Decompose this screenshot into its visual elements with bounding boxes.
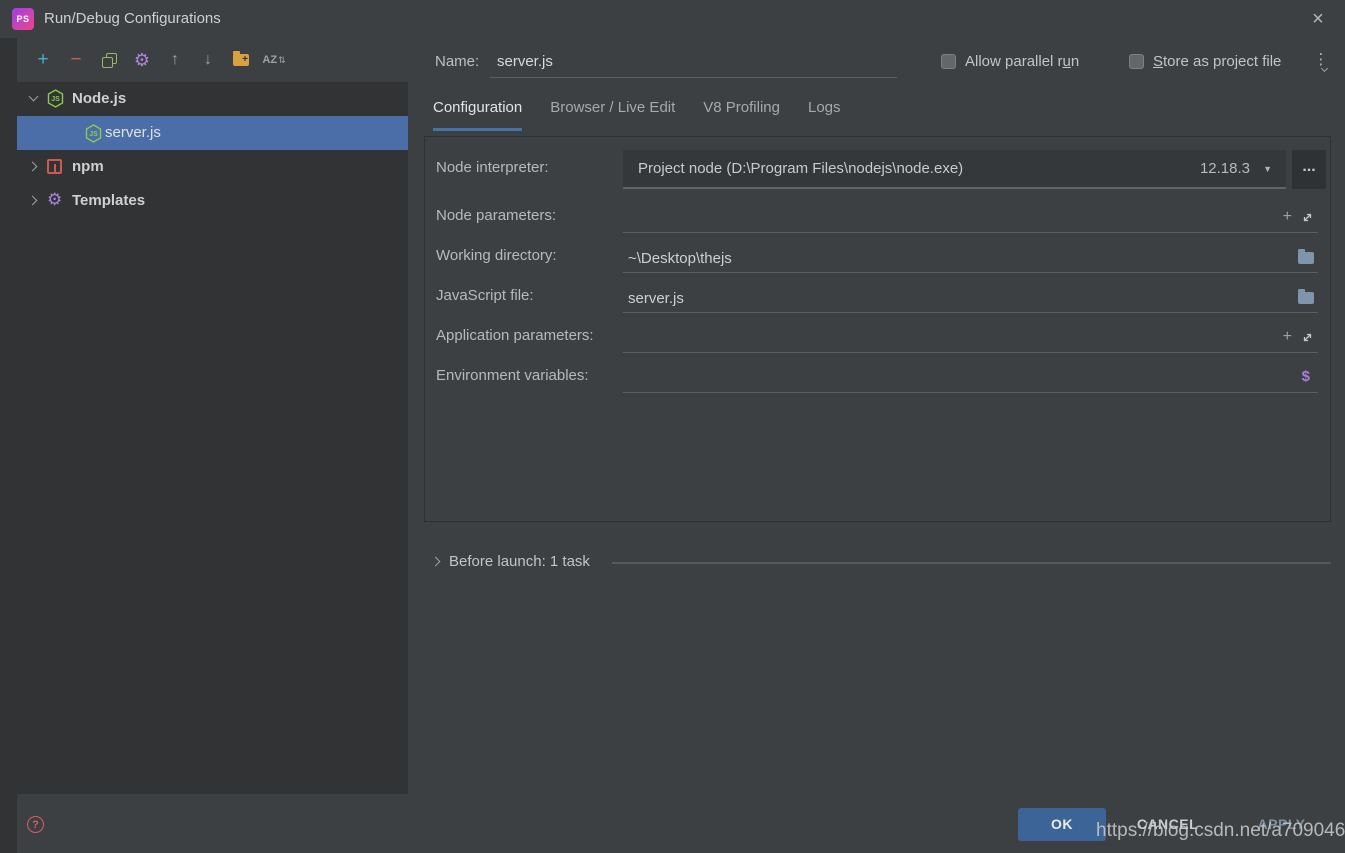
templates-gear-icon: ⚙ bbox=[47, 191, 62, 208]
copy-configuration-icon[interactable] bbox=[99, 50, 119, 70]
configuration-tabs: Configuration Browser / Live Edit V8 Pro… bbox=[433, 99, 841, 131]
tree-item-label: npm bbox=[72, 150, 104, 184]
before-launch-separator bbox=[612, 562, 1331, 564]
working-directory-label: Working directory: bbox=[436, 247, 557, 264]
before-launch-label[interactable]: Before launch: 1 task bbox=[449, 553, 590, 570]
tab-logs[interactable]: Logs bbox=[808, 99, 841, 131]
add-macro-icon[interactable]: + bbox=[1283, 328, 1292, 346]
help-icon[interactable]: ? bbox=[27, 816, 44, 833]
phpstorm-logo-icon: PS bbox=[12, 8, 34, 30]
close-icon[interactable]: × bbox=[1301, 0, 1335, 38]
kebab-menu-icon[interactable]: ⋮ bbox=[1311, 50, 1331, 74]
copy-icon bbox=[102, 53, 116, 67]
csdn-watermark: https://blog.csdn.net/a709046532 bbox=[1096, 820, 1345, 842]
tab-browser-live-edit[interactable]: Browser / Live Edit bbox=[550, 99, 675, 131]
store-as-project-file-label[interactable]: Store as project file bbox=[1153, 52, 1281, 72]
tree-item-label: Node.js bbox=[72, 82, 126, 116]
interpreter-more-button[interactable]: ... bbox=[1292, 150, 1326, 189]
name-input[interactable]: server.js bbox=[497, 52, 553, 72]
tab-configuration[interactable]: Configuration bbox=[433, 99, 522, 131]
application-parameters-label: Application parameters: bbox=[436, 327, 594, 344]
javascript-file-label: JavaScript file: bbox=[436, 287, 534, 304]
browse-folder-icon[interactable] bbox=[1298, 292, 1314, 304]
tab-v8-profiling[interactable]: V8 Profiling bbox=[703, 99, 780, 131]
ok-button[interactable]: OK bbox=[1018, 808, 1106, 841]
chevron-right-icon[interactable] bbox=[28, 196, 38, 206]
configurations-tree: JS Node.js JS server.js npm ⚙ Templates bbox=[17, 82, 408, 794]
move-down-icon[interactable]: ↓ bbox=[198, 50, 218, 70]
tree-item-serverjs-selected[interactable]: JS server.js bbox=[17, 116, 408, 150]
create-folder-icon[interactable] bbox=[231, 50, 251, 70]
folder-add-icon bbox=[233, 54, 249, 66]
environment-variables-label: Environment variables: bbox=[436, 367, 589, 384]
left-edge-panel bbox=[0, 38, 17, 853]
configurations-toolbar: + − ⚙ ↑ ↓ AZ bbox=[17, 38, 408, 82]
tree-item-label: server.js bbox=[105, 116, 161, 150]
allow-parallel-run-checkbox[interactable] bbox=[941, 54, 956, 69]
configuration-form: Node interpreter: Project node (D:\Progr… bbox=[424, 136, 1331, 522]
name-label: Name: bbox=[435, 52, 479, 72]
node-version-badge: 12.18.3 bbox=[1200, 150, 1250, 187]
sort-configurations-icon[interactable]: AZ bbox=[264, 50, 284, 70]
tree-item-nodejs-group[interactable]: JS Node.js bbox=[17, 82, 408, 116]
working-directory-input[interactable]: ~\Desktop\thejs bbox=[623, 246, 1318, 273]
application-parameters-input[interactable]: + bbox=[623, 326, 1318, 353]
browse-folder-icon[interactable] bbox=[1298, 252, 1314, 264]
title-bar: PS Run/Debug Configurations × bbox=[0, 0, 1345, 38]
expand-field-icon[interactable] bbox=[1301, 211, 1314, 228]
tree-item-label: Templates bbox=[72, 184, 145, 218]
environment-variables-input[interactable]: $ bbox=[623, 366, 1318, 393]
node-interpreter-value: Project node (D:\Program Files\nodejs\no… bbox=[638, 150, 963, 187]
allow-parallel-run-label[interactable]: Allow parallel run bbox=[965, 52, 1079, 72]
node-parameters-label: Node parameters: bbox=[436, 207, 556, 224]
nodejs-icon: JS bbox=[85, 124, 102, 147]
expand-field-icon[interactable] bbox=[1301, 331, 1314, 348]
move-up-icon[interactable]: ↑ bbox=[165, 50, 185, 70]
window-title: Run/Debug Configurations bbox=[44, 0, 221, 38]
edit-defaults-gear-icon[interactable]: ⚙ bbox=[132, 50, 152, 70]
dropdown-caret-icon[interactable]: ▼ bbox=[1263, 164, 1272, 174]
tree-item-npm-group[interactable]: npm bbox=[17, 150, 408, 184]
node-interpreter-label: Node interpreter: bbox=[436, 159, 549, 176]
environment-variables-icon[interactable]: $ bbox=[1302, 368, 1310, 385]
node-interpreter-combobox[interactable]: Project node (D:\Program Files\nodejs\no… bbox=[623, 150, 1286, 189]
add-macro-icon[interactable]: + bbox=[1283, 208, 1292, 226]
svg-text:JS: JS bbox=[51, 96, 60, 103]
before-launch-chevron-icon[interactable] bbox=[431, 557, 441, 567]
chevron-down-icon[interactable] bbox=[29, 92, 39, 102]
store-as-project-file-checkbox[interactable] bbox=[1129, 54, 1144, 69]
name-input-underline bbox=[490, 77, 897, 78]
chevron-right-icon[interactable] bbox=[28, 162, 38, 172]
tree-item-templates-group[interactable]: ⚙ Templates bbox=[17, 184, 408, 218]
svg-text:JS: JS bbox=[89, 131, 98, 138]
add-configuration-icon[interactable]: + bbox=[33, 50, 53, 70]
node-parameters-input[interactable]: + bbox=[623, 206, 1318, 233]
javascript-file-input[interactable]: server.js bbox=[623, 286, 1318, 313]
npm-icon bbox=[47, 157, 62, 178]
remove-configuration-icon[interactable]: − bbox=[66, 50, 86, 70]
nodejs-icon: JS bbox=[47, 89, 64, 112]
